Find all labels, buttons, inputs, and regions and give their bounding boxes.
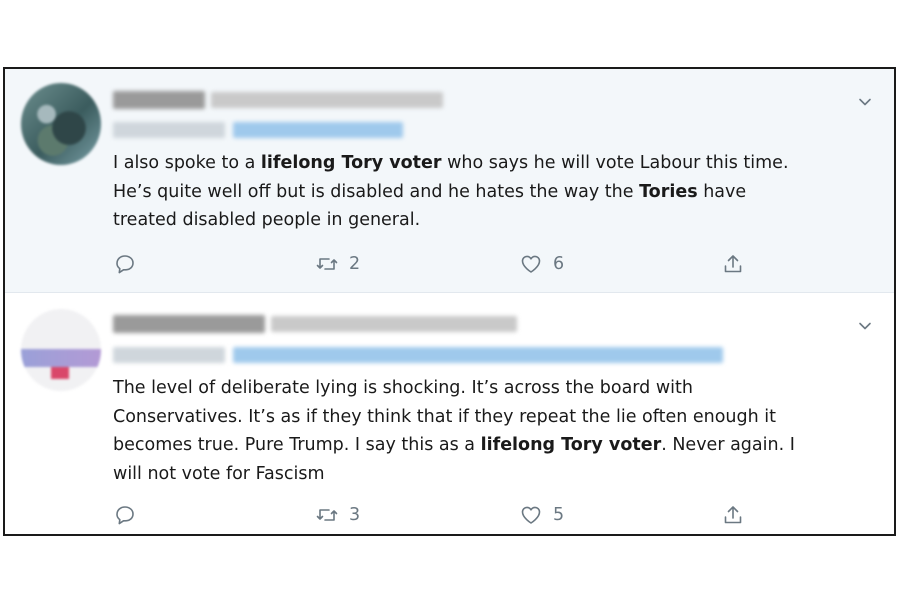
share-button[interactable] — [721, 502, 745, 528]
like-count: 5 — [553, 505, 565, 525]
tweet-text: I also spoke to a lifelong Tory voter wh… — [113, 149, 883, 235]
tweet-text: The level of deliberate lying is shockin… — [113, 374, 883, 488]
blurred-display-name — [113, 315, 265, 333]
retweet-icon — [316, 509, 338, 521]
retweet-icon — [316, 258, 338, 270]
share-icon — [724, 506, 742, 524]
like-button[interactable]: 6 — [519, 251, 564, 277]
avatar-band — [21, 349, 101, 367]
retweet-count: 2 — [349, 254, 361, 274]
more-options-chevron-icon[interactable] — [858, 319, 872, 333]
tweet-thread-frame: I also spoke to a lifelong Tory voter wh… — [3, 67, 896, 536]
tweet-2[interactable]: The level of deliberate lying is shockin… — [5, 293, 894, 534]
bold-text-segment: lifelong Tory voter — [260, 153, 442, 173]
share-icon — [724, 255, 742, 273]
tweet-1[interactable]: I also spoke to a lifelong Tory voter wh… — [5, 69, 894, 293]
avatar[interactable] — [21, 309, 101, 391]
blurred-mention-link[interactable] — [233, 122, 403, 138]
like-button[interactable]: 5 — [519, 502, 564, 528]
avatar[interactable] — [21, 83, 101, 165]
tweet-actions: 2 6 — [113, 251, 753, 277]
tweet-actions: 3 5 — [113, 502, 753, 528]
retweet-button[interactable]: 3 — [315, 502, 360, 528]
like-count: 6 — [553, 254, 565, 274]
more-options-chevron-icon[interactable] — [858, 95, 872, 109]
share-button[interactable] — [721, 251, 745, 277]
blurred-display-name — [113, 91, 205, 109]
blurred-handle-and-date — [211, 92, 443, 108]
retweet-button[interactable]: 2 — [315, 251, 360, 277]
text-segment: I also spoke to a — [113, 153, 261, 173]
reply-button[interactable] — [113, 502, 137, 528]
blurred-handle-and-date — [271, 316, 517, 332]
reply-icon — [116, 506, 134, 525]
blurred-replying-to — [113, 347, 225, 363]
bold-text-segment: Tories — [639, 181, 698, 202]
retweet-count: 3 — [349, 505, 361, 525]
avatar-spot — [51, 367, 69, 379]
bold-text-segment: lifelong Tory voter — [480, 435, 662, 455]
heart-icon — [521, 255, 541, 273]
reply-icon — [116, 255, 134, 274]
heart-icon — [521, 506, 541, 524]
reply-button[interactable] — [113, 251, 137, 277]
blurred-replying-to — [113, 122, 225, 138]
blurred-mention-link[interactable] — [233, 347, 723, 363]
